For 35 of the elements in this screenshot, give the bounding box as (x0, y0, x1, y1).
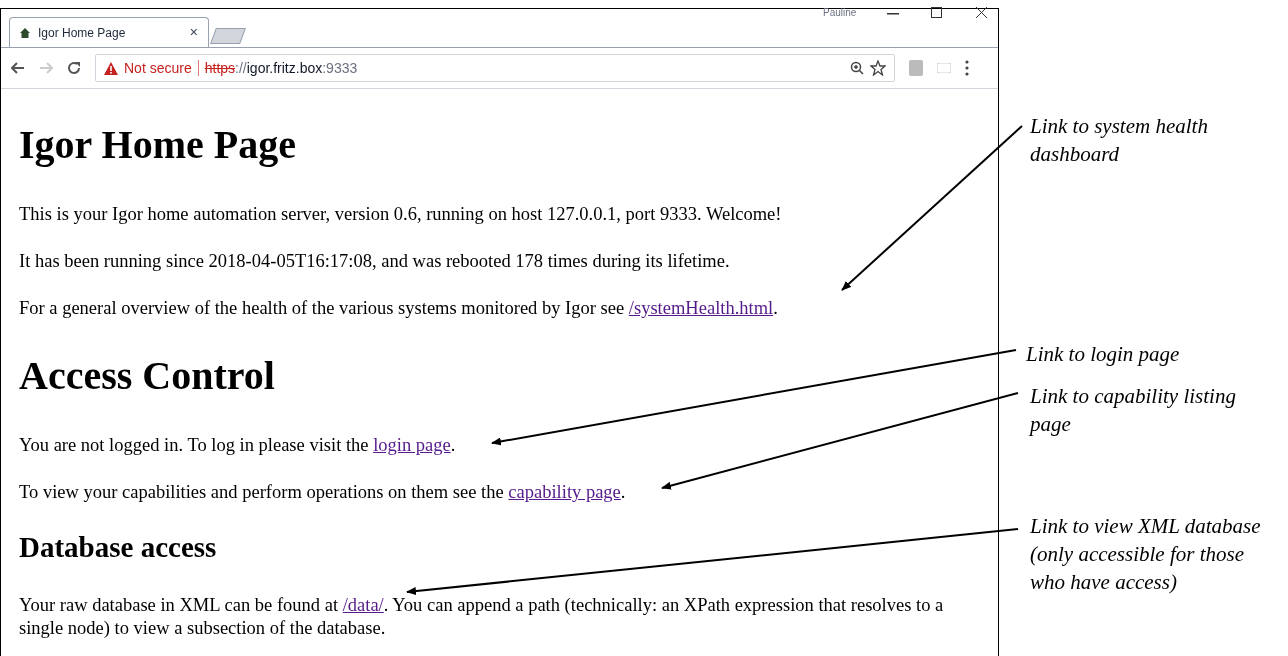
link[interactable]: /data/ (342, 595, 384, 615)
minimize-icon[interactable] (887, 13, 899, 15)
annotation-text: Link to system health dashboard (1030, 113, 1209, 168)
annotation-text: Link to login page (1026, 341, 1181, 368)
home-icon (20, 27, 30, 38)
page-heading: Access Control (19, 352, 276, 400)
zoom-icon[interactable] (850, 61, 864, 75)
close-tab-button[interactable]: × (189, 22, 198, 43)
section-heading: Database access (19, 530, 218, 564)
address-bar[interactable]: Not secure https://igor.fritz.box:9333 (95, 54, 895, 82)
paragraph: You are not logged in. To log in please visit the login page. (19, 434, 457, 457)
reload-icon[interactable] (67, 61, 81, 75)
browser-tab[interactable]: Igor Home Page × (9, 17, 209, 47)
paragraph: This is your Igor home automation server, version 0.6, running on host 127.0.0.1, port 9333. Welcome! (19, 203, 783, 226)
paragraph: To view your capabilities and perform operations on them see the capability page. (19, 481, 627, 504)
star-icon[interactable] (870, 60, 886, 76)
maximize-icon[interactable] (931, 7, 942, 18)
paragraph: Your raw database in XML can be found at /data/. You can append a path (technically: an XPath expression that resolves to a single node) to view a subsection of the database. (19, 594, 945, 640)
not-secure-label: Not secure (124, 58, 192, 78)
link[interactable]: /systemHealth.html (628, 298, 774, 318)
link[interactable]: capability page (508, 482, 621, 502)
warning-icon (104, 61, 118, 75)
paragraph: It has been running since 2018-04-05T16:17:08, and was rebooted 178 times during its lifetime. (19, 250, 731, 273)
menu-icon[interactable] (965, 60, 969, 76)
back-arrow-icon[interactable] (11, 62, 25, 74)
close-icon[interactable] (976, 7, 987, 18)
url-text: https://igor.fritz.box:9333 (204, 58, 359, 78)
profile-name[interactable]: Pauline (823, 5, 857, 20)
tab-title: Igor Home Page (38, 24, 127, 42)
paragraph: For a general overview of the health of the various systems monitored by Igor see /systemHealth.html. (19, 297, 779, 320)
new-tab-button[interactable] (210, 28, 246, 44)
link[interactable]: login page (373, 435, 451, 455)
page-heading: Igor Home Page (19, 121, 297, 169)
annotation-text: Link to view XML database (only accessible for those who have access) (1030, 513, 1262, 596)
annotation-text: Link to capability listing page (1030, 383, 1237, 438)
